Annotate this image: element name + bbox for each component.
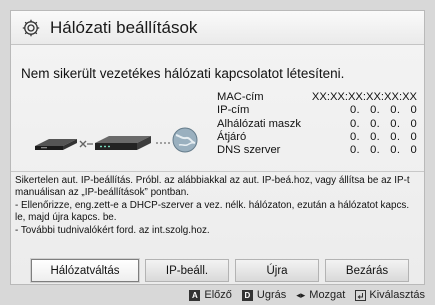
link-dots-icon [156,142,170,144]
info-label: MAC-cím [217,91,264,103]
help-line: Sikertelen aut. IP-beállítás. Próbl. az … [15,175,410,199]
help-text: Sikertelen aut. IP-beállítás. Próbl. az … [15,175,420,237]
a-key-icon: A [189,289,201,301]
info-row-mac: MAC-cím XX:XX:XX:XX:XX:XX [217,91,417,104]
hint-move[interactable]: ◂▸ Mozgat [296,289,345,301]
info-label: IP-cím [217,104,250,117]
network-settings-dialog: Hálózati beállítások Nem sikerült vezeté… [10,10,425,285]
network-info-table: MAC-cím XX:XX:XX:XX:XX:XX IP-cím 0. 0. 0… [217,91,417,157]
info-value: 0. 0. 0. 0 [350,130,417,143]
info-value: 0. 0. 0. 0 [350,144,417,157]
info-value: XX:XX:XX:XX:XX:XX [311,91,417,103]
hint-select[interactable]: Kiválasztás [355,289,425,301]
d-key-icon: D [241,289,253,301]
hint-jump[interactable]: D Ugrás [241,289,287,301]
info-row-subnet: Alhálózati maszk 0. 0. 0. 0 [217,118,417,131]
close-button[interactable]: Bezárás [325,259,409,282]
hint-label: Ugrás [256,289,287,301]
player-device-icon [35,139,77,150]
hint-label: Előző [204,289,232,301]
globe-icon [172,127,198,153]
network-switch-button[interactable]: Hálózatváltás [31,259,139,282]
info-row-ip: IP-cím 0. 0. 0. 0 [217,104,417,117]
info-value: 0. 0. 0. 0 [350,104,417,117]
info-label: Átjáró [217,130,247,143]
ip-settings-button[interactable]: IP-beáll. [145,259,229,282]
title-bar: Hálózati beállítások [11,11,424,45]
disconnected-x-icon [79,140,93,148]
left-right-arrows-icon: ◂▸ [296,289,306,300]
help-line: - Ellenőrizze, eng.zett-e a DHCP-szerver… [15,199,410,224]
retry-button[interactable]: Újra [235,259,319,282]
info-value: 0. 0. 0. 0 [350,117,417,130]
error-message: Nem sikerült vezetékes hálózati kapcsola… [21,66,345,81]
info-label: Alhálózati maszk [217,117,301,130]
dialog-title: Hálózati beállítások [50,17,198,37]
gear-icon [22,19,40,36]
info-label: DNS szerver [217,144,281,157]
divider [11,171,424,172]
hint-label: Kiválasztás [369,289,425,301]
button-row: Hálózatváltás IP-beáll. Újra Bezárás [31,259,409,282]
info-row-dns: DNS szerver 0. 0. 0. 0 [217,144,417,157]
help-line: - További tudnivalókért ford. az int.szo… [15,224,210,236]
info-row-gateway: Átjáró 0. 0. 0. 0 [217,131,417,144]
remote-hints-bar: A Előző D Ugrás ◂▸ Mozgat Kiválasztás [179,288,425,302]
hint-previous[interactable]: A Előző [189,289,232,301]
hint-label: Mozgat [309,289,346,301]
router-icon [95,136,151,150]
connection-diagram [35,127,198,153]
enter-key-icon [355,289,367,301]
